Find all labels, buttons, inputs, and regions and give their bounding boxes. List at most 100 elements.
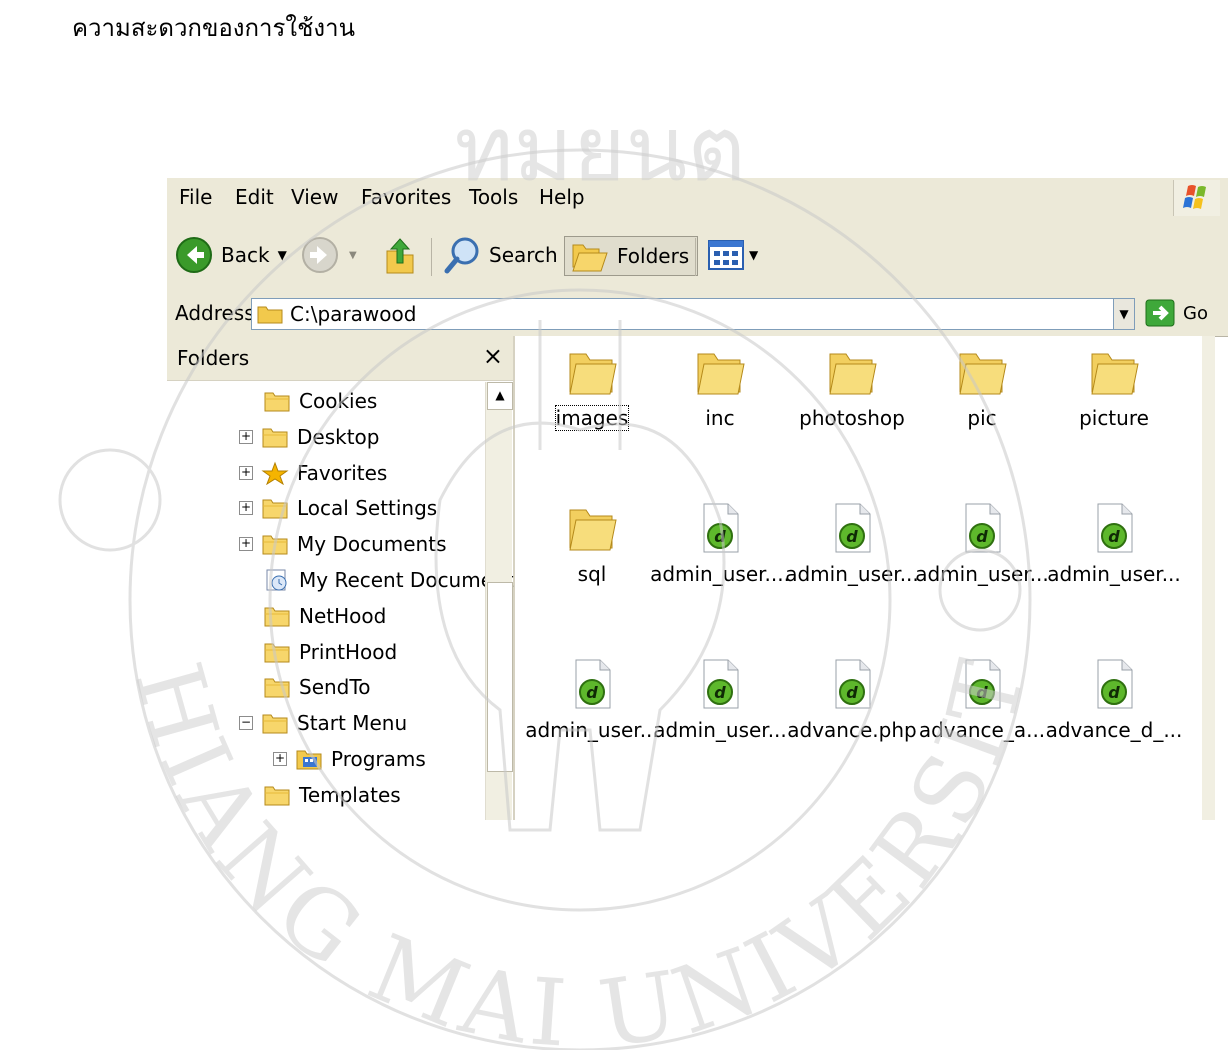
back-button[interactable]: Back ▼ <box>175 236 287 274</box>
file-item[interactable]: d admin_user... <box>785 500 919 640</box>
forward-arrow-icon <box>302 237 338 273</box>
dreamweaver-file-icon: d <box>575 659 611 709</box>
file-item[interactable]: d admin_user... <box>1047 500 1181 640</box>
file-item[interactable]: d advance_d_... <box>1046 656 1182 796</box>
dreamweaver-file-icon: d <box>703 659 739 709</box>
back-dropdown-icon[interactable]: ▼ <box>278 248 287 262</box>
dreamweaver-file-icon: d <box>835 503 871 553</box>
tree-item-label: PrintHood <box>299 639 398 664</box>
folder-icon <box>264 607 290 627</box>
file-label: admin_user... <box>653 718 787 742</box>
menu-help[interactable]: Help <box>539 185 585 209</box>
windows-logo-icon <box>1173 180 1220 216</box>
tree-item-nethood[interactable]: NetHood <box>263 599 386 633</box>
menu-favorites[interactable]: Favorites <box>361 185 451 209</box>
svg-text:d: d <box>1108 527 1120 546</box>
toolbar: Back ▼ ▼ Search Folders ▼ <box>167 218 1228 291</box>
page-caption: ความสะดวกของการใช้งาน <box>72 14 356 42</box>
address-field[interactable]: C:\parawood <box>251 298 1133 330</box>
tree-item-label: Local Settings <box>297 496 438 521</box>
file-label: admin_user.... <box>650 562 790 586</box>
scroll-up-icon[interactable]: ▲ <box>487 382 513 410</box>
folder-item[interactable]: sql <box>527 500 657 640</box>
tree-item-label: Cookies <box>299 389 378 413</box>
tree-item-favorites[interactable]: + Favorites <box>239 456 387 490</box>
tree-item-programs[interactable]: + Programs <box>273 742 426 776</box>
file-item[interactable]: d advance_a... <box>917 656 1047 796</box>
folder-icon <box>1091 353 1139 395</box>
menu-edit[interactable]: Edit <box>235 185 274 209</box>
folder-item[interactable]: inc <box>655 344 785 484</box>
dreamweaver-file-icon: d <box>835 659 871 709</box>
folder-item[interactable]: images <box>527 344 657 484</box>
dreamweaver-file-icon: d <box>965 503 1001 553</box>
go-label: Go <box>1183 302 1208 324</box>
tree-item-local-settings[interactable]: + Local Settings <box>239 491 437 525</box>
forward-button[interactable]: ▼ <box>301 236 357 274</box>
tree-item-start-menu[interactable]: − Start Menu <box>239 706 407 740</box>
folder-icon <box>264 643 290 663</box>
address-label: Address <box>175 301 255 325</box>
svg-text:d: d <box>714 527 726 546</box>
views-icon <box>708 240 744 270</box>
forward-dropdown-icon[interactable]: ▼ <box>349 250 357 261</box>
menu-tools[interactable]: Tools <box>469 185 518 209</box>
tree-item-label: My Documents <box>297 532 447 557</box>
address-dropdown-icon[interactable]: ▼ <box>1113 298 1135 330</box>
views-dropdown-icon[interactable]: ▼ <box>749 248 758 262</box>
folder-item[interactable]: photoshop <box>787 344 917 484</box>
content-scrollbar[interactable] <box>1202 336 1215 820</box>
file-label: admin_user... <box>1047 562 1181 586</box>
file-label: photoshop <box>799 406 905 430</box>
folder-icon <box>569 509 617 551</box>
go-button[interactable]: Go <box>1145 299 1208 327</box>
svg-text:d: d <box>586 683 598 702</box>
file-view: images inc photoshop pic picture sql d admin_us… <box>515 336 1215 820</box>
tree-item-label: Templates <box>299 782 401 807</box>
file-item[interactable]: d advance.php <box>787 656 917 796</box>
folders-button[interactable]: Folders <box>564 236 699 276</box>
folder-icon <box>959 353 1007 395</box>
tree-item-cookies[interactable]: Cookies <box>263 384 377 418</box>
tree-item-sendto[interactable]: SendTo <box>263 670 370 704</box>
tree-item-my-documents[interactable]: + My Documents <box>239 527 446 561</box>
file-item[interactable]: d admin_user... <box>653 656 787 796</box>
expand-icon[interactable]: + <box>239 501 253 516</box>
tree-item-desktop[interactable]: + Desktop <box>239 420 379 454</box>
file-item[interactable]: d admin_user... <box>915 500 1049 640</box>
tree-item-label: Desktop <box>297 424 380 449</box>
folder-icon <box>262 714 288 734</box>
search-icon <box>444 237 479 274</box>
file-label: admin_user... <box>915 562 1049 586</box>
search-button[interactable]: Search <box>443 236 558 274</box>
up-folder-button[interactable] <box>383 236 417 274</box>
folder-icon <box>264 392 290 412</box>
expand-icon[interactable]: + <box>239 537 253 552</box>
dreamweaver-file-icon: d <box>703 503 739 553</box>
tree-item-printhood[interactable]: PrintHood <box>263 635 397 669</box>
folders-pane-header: Folders × <box>167 336 513 381</box>
expand-icon[interactable]: + <box>239 465 253 480</box>
collapse-icon[interactable]: − <box>239 716 253 731</box>
views-button[interactable]: ▼ <box>707 236 758 274</box>
menu-view[interactable]: View <box>291 185 338 209</box>
folder-item[interactable]: pic <box>917 344 1047 484</box>
tree-item-my-recent-document[interactable]: My Recent Document <box>263 563 514 597</box>
recent-documents-icon <box>266 569 287 591</box>
expand-icon[interactable]: + <box>239 429 253 444</box>
folder-item[interactable]: picture <box>1049 344 1179 484</box>
file-item[interactable]: d admin_user... <box>525 656 659 796</box>
dreamweaver-file-icon: d <box>1097 659 1133 709</box>
folder-icon <box>697 353 745 395</box>
scroll-thumb[interactable] <box>487 582 513 772</box>
folders-pane: Folders × Cookies + Desktop + Favorites + Loca… <box>167 336 515 820</box>
folders-scrollbar[interactable]: ▲ <box>485 382 513 820</box>
file-item[interactable]: d admin_user.... <box>650 500 790 640</box>
expand-icon[interactable]: + <box>273 752 287 766</box>
menu-file[interactable]: File <box>179 185 212 209</box>
dreamweaver-file-icon: d <box>965 659 1001 709</box>
back-label: Back <box>221 243 270 267</box>
tree-item-templates[interactable]: Templates <box>263 778 401 812</box>
file-label: inc <box>705 406 735 430</box>
close-icon[interactable]: × <box>483 342 503 370</box>
